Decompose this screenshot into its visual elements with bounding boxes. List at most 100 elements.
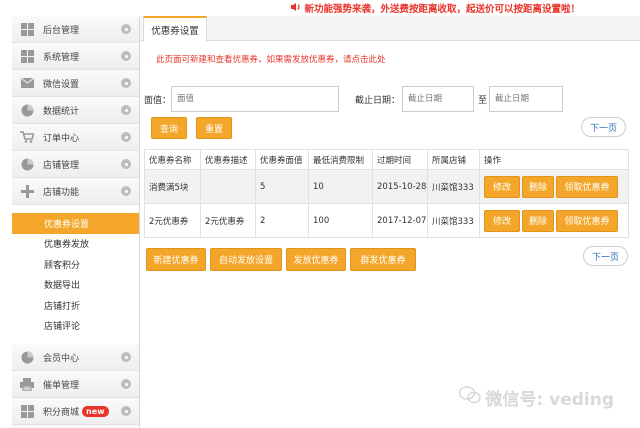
sidebar-item-label: 系统管理 (43, 52, 80, 63)
sidebar-item-orders[interactable]: 订单中心 (12, 124, 139, 151)
auto-issue-settings-button[interactable]: 自动发放设置 (210, 248, 282, 271)
receive-coupon-button[interactable]: 领取优惠券 (556, 175, 618, 198)
filter-bar: 面值： 截止日期： 至 (144, 86, 564, 112)
cart-icon (20, 130, 34, 144)
sidebar-item-stats[interactable]: 数据统计 (12, 97, 139, 124)
new-badge: new (82, 405, 109, 417)
sidebar-item-label: 微信设置 (43, 79, 80, 90)
info-message: 此页面可新建和查看优惠券，如果需发放优惠券，请点击此处 (156, 53, 386, 65)
col-header: 过期时间 (372, 149, 428, 170)
grid-icon (20, 49, 34, 63)
coupon-shop: 川菜馆333 (427, 169, 480, 204)
submenu-customer-points[interactable]: 顾客积分 (12, 254, 139, 275)
click-here-link[interactable]: 点击此处 (352, 55, 386, 65)
submenu-shop-discount[interactable]: 店铺打折 (12, 295, 139, 316)
chevron-icon (121, 379, 131, 389)
coupon-value: 2 (255, 203, 309, 238)
submenu-data-export[interactable]: 数据导出 (12, 275, 139, 296)
chevron-icon (121, 352, 131, 362)
sidebar: 后台管理 系统管理 微信设置 数据统计 订单中心 店铺管理 店铺功能 优惠券设置… (12, 16, 140, 428)
chevron-icon (121, 159, 131, 169)
value-label: 面值： (144, 95, 172, 106)
date-from-input[interactable] (402, 86, 475, 112)
next-page-button-bottom[interactable]: 下一页 (583, 246, 628, 266)
sidebar-item-reminders[interactable]: 催单管理 (12, 371, 139, 398)
main-content: 优惠券设置 此页面可新建和查看优惠券，如果需发放优惠券，请点击此处 面值： 截止… (140, 16, 640, 428)
query-button[interactable]: 查询 (151, 117, 187, 139)
coupon-value: 5 (255, 169, 309, 204)
edit-button[interactable]: 修改 (484, 209, 520, 232)
coupon-name: 2元优惠券 (144, 203, 201, 238)
tab-bar: 优惠券设置 (140, 16, 640, 42)
chevron-icon (121, 406, 131, 416)
announcement-text: 新功能强势来袭，外送费按距离收取，起送价可以按距离设置啦！ (304, 4, 580, 15)
sidebar-item-wechat[interactable]: 微信设置 (12, 70, 139, 97)
value-input[interactable] (171, 86, 340, 112)
chevron-icon (121, 78, 131, 88)
sidebar-item-label: 会员中心 (43, 353, 80, 364)
sidebar-item-members[interactable]: 会员中心 (12, 344, 139, 371)
coupon-desc: 2元优惠券 (200, 203, 256, 238)
coupon-min: 10 (308, 169, 373, 204)
wechat-icon (459, 386, 482, 409)
table-row: 2元优惠券 2元优惠券 2 100 2017-12-07 川菜馆333 修改 删除… (144, 203, 629, 238)
sidebar-item-label: 催单管理 (43, 380, 80, 391)
table-header-row: 优惠券名称 优惠券描述 优惠券面值 最低消费限制 过期时间 所属店铺 操作 (144, 149, 629, 170)
col-header: 所属店铺 (427, 149, 480, 170)
col-header: 优惠券名称 (144, 149, 201, 170)
sidebar-item-label: 订单中心 (43, 133, 80, 144)
printer-icon (20, 377, 34, 391)
reset-button[interactable]: 重置 (196, 117, 232, 139)
coupon-desc (200, 169, 256, 204)
sidebar-item-system[interactable]: 系统管理 (12, 43, 139, 70)
sidebar-item-points-mall[interactable]: 积分商城 new (12, 398, 139, 425)
row-actions: 修改 删除 领取优惠券 (479, 203, 629, 238)
group-send-coupon-button[interactable]: 群发优惠券 (350, 248, 416, 271)
submenu-shop-reviews[interactable]: 店铺评论 (12, 316, 139, 337)
issue-coupon-button[interactable]: 发放优惠券 (286, 248, 346, 271)
to-label: 至 (478, 95, 488, 106)
chevron-icon (121, 186, 131, 196)
chevron-icon (121, 24, 131, 34)
sidebar-item-label: 店铺功能 (43, 187, 80, 198)
row-actions: 修改 删除 领取优惠券 (479, 169, 629, 204)
date-to-input[interactable] (489, 86, 564, 112)
top-notice-bar: 新功能强势来袭，外送费按距离收取，起送价可以按距离设置啦！ (0, 0, 640, 16)
col-header: 优惠券面值 (255, 149, 309, 170)
plus-icon (20, 184, 34, 198)
pie-chart-icon (20, 350, 34, 364)
sidebar-item-label: 数据统计 (43, 106, 80, 117)
grid-icon (20, 22, 34, 36)
delete-button[interactable]: 删除 (522, 175, 554, 198)
col-header: 操作 (479, 149, 629, 170)
table-row: 消费满5块 5 10 2015-10-28 川菜馆333 修改 删除 领取优惠券 (144, 169, 629, 204)
sidebar-item-backend[interactable]: 后台管理 (12, 16, 139, 43)
receive-coupon-button[interactable]: 领取优惠券 (556, 209, 618, 232)
coupon-min: 100 (308, 203, 373, 238)
tab-coupon-settings[interactable]: 优惠券设置 (143, 16, 207, 42)
chevron-icon (121, 51, 131, 61)
pie-chart-icon (20, 157, 34, 171)
coupon-expire: 2015-10-28 (372, 169, 428, 204)
coupon-expire: 2017-12-07 (372, 203, 428, 238)
next-page-button-top[interactable]: 下一页 (581, 117, 626, 137)
sidebar-item-shop-functions[interactable]: 店铺功能 (12, 178, 139, 205)
submenu-coupon-issue[interactable]: 优惠券发放 (12, 234, 139, 255)
grid-icon (20, 404, 34, 418)
create-coupon-button[interactable]: 新建优惠券 (146, 248, 206, 271)
info-text: 此页面可新建和查看优惠券，如果需发放优惠券，请 (156, 55, 352, 65)
chevron-icon (121, 105, 131, 115)
col-header: 优惠券描述 (200, 149, 256, 170)
sidebar-item-label: 积分商城 (43, 407, 80, 418)
date-label: 截止日期： (355, 95, 401, 106)
edit-button[interactable]: 修改 (484, 175, 520, 198)
shop-functions-submenu: 优惠券设置 优惠券发放 顾客积分 数据导出 店铺打折 店铺评论 (12, 205, 139, 344)
delete-button[interactable]: 删除 (522, 209, 554, 232)
sidebar-item-shop[interactable]: 店铺管理 (12, 151, 139, 178)
coupon-name: 消费满5块 (144, 169, 201, 204)
watermark-text: 微信号: veding (485, 390, 614, 410)
submenu-coupon-settings[interactable]: 优惠券设置 (12, 213, 139, 234)
pie-chart-icon (20, 103, 34, 117)
coupon-table: 优惠券名称 优惠券描述 优惠券面值 最低消费限制 过期时间 所属店铺 操作 消费… (144, 149, 629, 238)
sidebar-item-label: 店铺管理 (43, 160, 80, 171)
